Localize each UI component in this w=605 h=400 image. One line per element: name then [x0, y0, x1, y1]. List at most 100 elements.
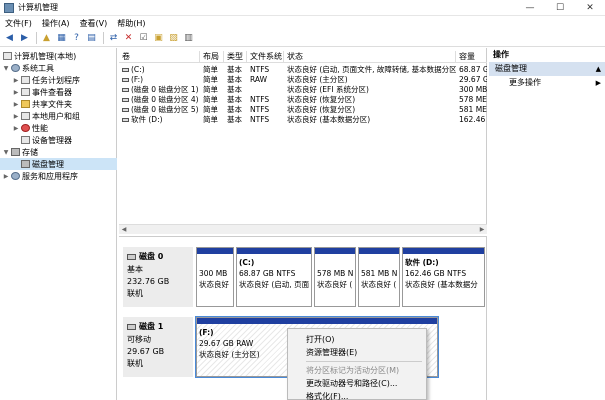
partition-recovery-5[interactable]: 581 MB N 状态良好 (	[358, 247, 400, 307]
computer-icon	[3, 52, 12, 60]
view-icon[interactable]: ▥	[182, 32, 195, 45]
tree-item-shared-folders[interactable]: ▶ 共享文件夹	[0, 98, 117, 110]
partition-body: 578 MB N 状态良好 (	[315, 254, 355, 293]
tree-item-label: 磁盘管理	[32, 159, 64, 169]
services-icon	[11, 172, 20, 180]
expand-arrow-icon[interactable]: ▶	[12, 101, 20, 108]
properties-icon[interactable]: ▤	[85, 32, 98, 45]
tree-item-system-tools[interactable]: ▼ 系统工具	[0, 62, 117, 74]
menu-file[interactable]: 文件(F)	[0, 18, 37, 29]
collapse-arrow-icon[interactable]: ▼	[2, 65, 10, 72]
tree-item-storage[interactable]: ▼ 存储	[0, 146, 117, 158]
cell-volume: (磁盘 0 磁盘分区 4)	[119, 95, 200, 105]
connect-icon[interactable]: ⇄	[107, 32, 120, 45]
cell-volume: (C:)	[119, 65, 200, 75]
export-icon[interactable]: ▧	[167, 32, 180, 45]
event-icon	[21, 88, 30, 96]
toolbar-separator	[36, 32, 37, 44]
show-tree-icon[interactable]: ▦	[55, 32, 68, 45]
table-row[interactable]: 软件 (D:) 简单 基本 NTFS 状态良好 (基本数据分区) 162.46	[119, 115, 487, 125]
tools-icon	[11, 64, 20, 72]
partition-c[interactable]: (C:) 68.87 GB NTFS 状态良好 (启动, 页面	[236, 247, 312, 307]
tree-item-task-scheduler[interactable]: ▶ 任务计划程序	[0, 74, 117, 86]
tree-item-computer-management[interactable]: 计算机管理(本地)	[0, 50, 117, 62]
actions-disk-management[interactable]: 磁盘管理 ▲	[489, 62, 605, 76]
collapse-arrow-icon[interactable]: ▼	[2, 149, 10, 156]
tree-item-services-applications[interactable]: ▶ 服务和应用程序	[0, 170, 117, 182]
storage-icon	[11, 148, 20, 156]
ctx-explorer[interactable]: 资源管理器(E)	[288, 346, 426, 359]
table-row[interactable]: (F:) 简单 基本 RAW 状态良好 (主分区) 29.67 G	[119, 75, 487, 85]
tree-item-label: 系统工具	[22, 63, 54, 73]
ctx-format[interactable]: 格式化(F)...	[288, 390, 426, 400]
partition-status: 状态良好 (	[317, 280, 353, 289]
up-folder-icon[interactable]: ▲	[40, 32, 53, 45]
scroll-right-icon[interactable]: ▶	[477, 225, 487, 235]
column-header-status[interactable]: 状态	[284, 51, 456, 63]
cell-volume-text: (磁盘 0 磁盘分区 1)	[131, 85, 199, 94]
column-header-capacity[interactable]: 容量	[456, 51, 487, 63]
partition-recovery-4[interactable]: 578 MB N 状态良好 (	[314, 247, 356, 307]
forward-icon[interactable]: ▶	[18, 32, 31, 45]
cell-filesystem: RAW	[250, 75, 268, 84]
tree-item-disk-management[interactable]: 磁盘管理	[0, 158, 117, 170]
tree-item-event-viewer[interactable]: ▶ 事件查看器	[0, 86, 117, 98]
disk-1-name: 磁盘 1	[127, 321, 189, 332]
menu-action[interactable]: 操作(A)	[37, 18, 75, 29]
column-header-volume[interactable]: 卷	[119, 51, 200, 63]
column-header-filesystem[interactable]: 文件系统	[247, 51, 284, 63]
menu-view[interactable]: 查看(V)	[75, 18, 113, 29]
checklist-icon[interactable]: ☑	[137, 32, 150, 45]
minimize-button[interactable]: —	[515, 0, 545, 16]
tree-item-label: 设备管理器	[32, 135, 72, 145]
back-icon[interactable]: ◀	[3, 32, 16, 45]
folder-search-icon[interactable]: ▣	[152, 32, 165, 45]
table-row[interactable]: (磁盘 0 磁盘分区 4) 简单 基本 NTFS 状态良好 (恢复分区) 578…	[119, 95, 487, 105]
expand-arrow-icon[interactable]: ▶	[12, 77, 20, 84]
chevron-right-icon: ▶	[595, 79, 601, 87]
horizontal-scrollbar[interactable]: ◀ ▶	[119, 224, 487, 234]
expand-arrow-icon[interactable]: ▶	[12, 89, 20, 96]
window-title: 计算机管理	[18, 3, 58, 12]
ctx-change-drive-letter[interactable]: 更改驱动器号和路径(C)...	[288, 377, 426, 390]
disk-0-info[interactable]: 磁盘 0 基本 232.76 GB 联机	[123, 247, 193, 307]
volume-icon	[122, 88, 129, 92]
collapse-up-icon[interactable]: ▲	[596, 62, 601, 76]
menu-help[interactable]: 帮助(H)	[112, 18, 150, 29]
table-row[interactable]: (磁盘 0 磁盘分区 5) 简单 基本 NTFS 状态良好 (恢复分区) 581…	[119, 105, 487, 115]
help-icon[interactable]: ?	[70, 32, 83, 45]
cell-volume-text: 软件 (D:)	[131, 115, 163, 124]
tree-item-label: 服务和应用程序	[22, 171, 78, 181]
ctx-open[interactable]: 打开(O)	[288, 333, 426, 346]
disk-0-type: 基本	[127, 265, 143, 274]
maximize-button[interactable]: ☐	[545, 0, 575, 16]
scroll-left-icon[interactable]: ◀	[119, 225, 129, 235]
expand-arrow-icon[interactable]: ▶	[2, 173, 10, 180]
partition-body: 软件 (D:) 162.46 GB NTFS 状态良好 (基本数据分	[403, 254, 484, 293]
column-header-type[interactable]: 类型	[224, 51, 247, 63]
expand-arrow-icon[interactable]: ▶	[12, 113, 20, 120]
actions-more-actions[interactable]: 更多操作 ▶	[489, 76, 605, 90]
cell-volume: (磁盘 0 磁盘分区 5)	[119, 105, 200, 115]
cell-capacity: 581 ME	[459, 105, 487, 114]
cell-layout: 简单	[203, 65, 218, 74]
column-header-layout[interactable]: 布局	[200, 51, 224, 63]
tree-item-device-manager[interactable]: 设备管理器	[0, 134, 117, 146]
removable-disk-icon	[127, 323, 136, 330]
tree-item-local-users[interactable]: ▶ 本地用户和组	[0, 110, 117, 122]
partition-d[interactable]: 软件 (D:) 162.46 GB NTFS 状态良好 (基本数据分	[402, 247, 485, 307]
expand-arrow-icon[interactable]: ▶	[12, 125, 20, 132]
table-row[interactable]: (磁盘 0 磁盘分区 1) 简单 基本 状态良好 (EFI 系统分区) 300 …	[119, 85, 487, 95]
cell-type: 基本	[227, 85, 242, 94]
cell-status: 状态良好 (恢复分区)	[287, 105, 356, 114]
disk-1-info[interactable]: 磁盘 1 可移动 29.67 GB 联机	[123, 317, 193, 377]
delete-icon[interactable]: ✕	[122, 32, 135, 45]
partition-efi[interactable]: 300 MB 状态良好	[196, 247, 234, 307]
menu-bar: 文件(F) 操作(A) 查看(V) 帮助(H)	[0, 16, 605, 30]
table-row[interactable]: (C:) 简单 基本 NTFS 状态良好 (启动, 页面文件, 故障转储, 基本…	[119, 65, 487, 75]
close-button[interactable]: ✕	[575, 0, 605, 16]
disk-name-text: 磁盘 0	[139, 252, 164, 261]
tree-item-label: 共享文件夹	[32, 99, 72, 109]
toolbar-separator	[103, 32, 104, 44]
tree-item-performance[interactable]: ▶ 性能	[0, 122, 117, 134]
